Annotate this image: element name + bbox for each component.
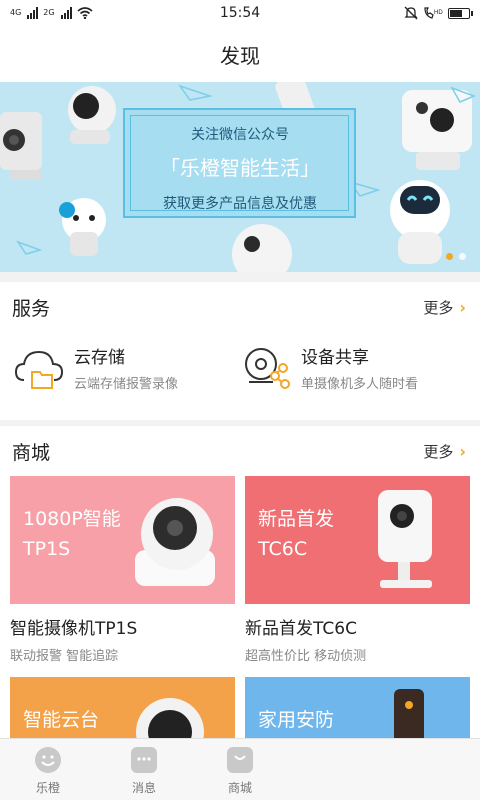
services-more-link[interactable]: 更多 ›: [423, 297, 466, 318]
product-card-ptz[interactable]: 智能云台: [10, 677, 235, 738]
services-section: 服务 更多 › 云存储 云端存储报警录像 设备共享 单摄像机多人随时看: [0, 282, 480, 420]
product-title: 新品首发TC6C: [245, 619, 357, 639]
chevron-right-icon: ›: [459, 441, 466, 461]
clock: 15:54: [219, 5, 261, 21]
mall-more-link[interactable]: 更多 ›: [423, 441, 466, 462]
product-tag-line1: 智能云台: [23, 709, 100, 731]
status-right: HD: [404, 6, 473, 20]
network-type-2: 2G: [43, 8, 55, 17]
product-title: 智能摄像机TP1S: [10, 619, 138, 639]
signal-icon-2: [60, 7, 72, 19]
page-title: 发现: [220, 43, 260, 68]
product-tag-line2: TP1S: [23, 538, 71, 560]
service-device-share[interactable]: 设备共享 单摄像机多人随时看: [241, 332, 468, 402]
banner-line2: 「乐橙智能生活」: [160, 156, 320, 180]
mall-title: 商城: [12, 441, 51, 464]
services-more-label: 更多: [423, 298, 454, 317]
battery-icon: [448, 7, 473, 19]
dome-camera-image: [135, 498, 215, 586]
banner-line1: 关注微信公众号: [191, 127, 289, 143]
services-title: 服务: [12, 297, 51, 320]
wifi-icon: [77, 7, 93, 19]
banner-pagination[interactable]: [446, 253, 466, 260]
chevron-right-icon: ›: [459, 297, 466, 317]
product-image: 1080P智能 TP1S: [10, 476, 235, 604]
tab-lecheng[interactable]: 乐橙: [0, 739, 96, 800]
product-image: 新品首发 TC6C: [245, 476, 470, 604]
services-list: 云存储 云端存储报警录像 设备共享 单摄像机多人随时看: [0, 332, 480, 402]
pagination-dot-1[interactable]: [446, 253, 453, 260]
cloud-folder-icon: [14, 342, 64, 392]
tab-mall[interactable]: 商城: [192, 739, 288, 800]
mall-section: 商城 更多 › 1080P智能 TP1S 智能摄像机TP1S 联动报警 智能追踪…: [0, 426, 480, 738]
promo-banner[interactable]: 关注微信公众号 「乐橙智能生活」 获取更多产品信息及优惠: [0, 82, 480, 272]
tab-label: 消息: [131, 781, 156, 795]
service-name: 云存储: [74, 347, 125, 368]
product-grid: 1080P智能 TP1S 智能摄像机TP1S 联动报警 智能追踪 新品首发 TC…: [0, 476, 480, 738]
pagination-dot-2[interactable]: [459, 253, 466, 260]
product-tag-line1: 家用安防: [258, 709, 335, 731]
banner-line3: 获取更多产品信息及优惠: [163, 196, 317, 212]
product-image: 家用安防: [245, 677, 470, 738]
door-lock-image: [394, 689, 424, 738]
product-card-home[interactable]: 家用安防: [245, 677, 470, 738]
product-tag-line1: 1080P智能: [23, 508, 121, 530]
mall-header: 商城 更多 ›: [0, 426, 480, 476]
bottom-tab-bar: 乐橙 消息 商城: [0, 738, 480, 800]
ptz-camera-image: [136, 698, 204, 738]
product-tag-line2: TC6C: [258, 538, 308, 560]
product-card-tp1s[interactable]: 1080P智能 TP1S 智能摄像机TP1S 联动报警 智能追踪: [10, 476, 235, 667]
service-desc: 单摄像机多人随时看: [301, 376, 419, 392]
product-subtitle: 超高性价比 移动侦测: [245, 649, 367, 664]
service-desc: 云端存储报警录像: [74, 376, 179, 392]
tab-label: 乐橙: [35, 781, 60, 795]
product-card-tc6c[interactable]: 新品首发 TC6C 新品首发TC6C 超高性价比 移动侦测: [245, 476, 470, 667]
hd-call-icon: HD: [424, 7, 443, 19]
services-header: 服务 更多 ›: [0, 282, 480, 332]
status-bar: 4G 2G 15:54 HD: [0, 0, 480, 26]
status-left: 4G 2G: [10, 7, 93, 19]
svg-text:HD: HD: [434, 10, 443, 16]
service-name: 设备共享: [301, 347, 369, 368]
service-cloud-storage[interactable]: 云存储 云端存储报警录像: [14, 332, 241, 402]
network-type-1: 4G: [10, 8, 22, 17]
camera-share-icon: [241, 342, 291, 392]
shopping-bag-icon: [227, 747, 253, 773]
product-subtitle: 联动报警 智能追踪: [10, 649, 119, 664]
product-image: 智能云台: [10, 677, 235, 738]
signal-icon: [27, 7, 39, 19]
mute-bell-icon: [404, 6, 418, 20]
smile-icon: [35, 747, 61, 773]
tab-messages[interactable]: 消息: [96, 739, 192, 800]
page-header: 发现: [0, 26, 480, 82]
message-icon: [131, 747, 157, 773]
product-tag-line1: 新品首发: [258, 508, 335, 530]
cube-camera-image: [378, 490, 432, 588]
mall-more-label: 更多: [423, 442, 454, 461]
tab-label: 商城: [227, 781, 252, 795]
